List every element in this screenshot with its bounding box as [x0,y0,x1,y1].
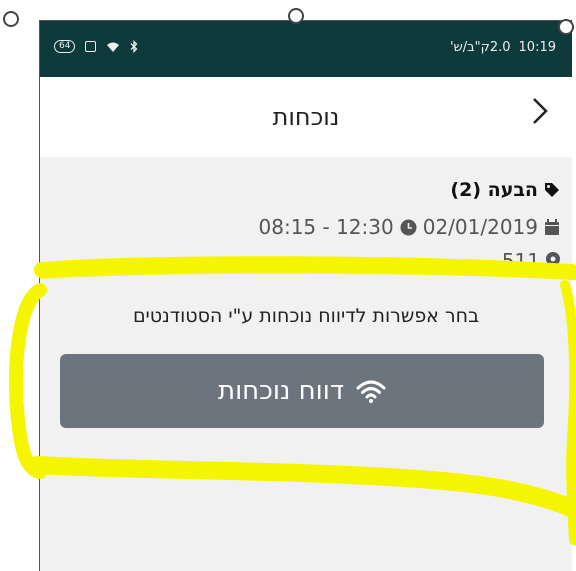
wifi-icon [356,380,386,403]
clock-icon [400,219,417,235]
attendance-prompt: בחר אפשרות לדיווח נוכחות ע"י הסטודנטים [132,305,480,327]
bluetooth-icon [130,40,138,53]
resize-handle-top-left[interactable] [3,11,19,27]
status-speed: 2.0ק"ב/ש' [449,40,511,55]
app-header: נוכחות [40,77,572,157]
resize-handle-top-center[interactable] [288,8,304,24]
lesson-room-row: 511 [502,249,560,273]
report-button-label: דווח נוכחות [218,376,345,406]
report-attendance-button[interactable]: דווח נוכחות [60,354,544,428]
status-info: 10:19 2.0ק"ב/ש' [450,40,556,55]
lesson-time: 12:30 - 08:15 [258,215,394,239]
resize-handle-top-right[interactable] [558,19,574,35]
map-marker-icon [546,252,560,270]
lesson-content: הבעה (2) 02/01/2019 12:30 - 08:15 511 בח… [40,157,572,571]
page-title: נוכחות [272,103,340,131]
status-time: 10:19 [518,40,556,55]
tag-icon [545,183,559,197]
lesson-room: 511 [501,249,540,273]
notification-icon [85,41,97,52]
wifi-icon [107,42,120,52]
status-bar: 64 10:19 2.0ק"ב/ש' [40,21,572,77]
lesson-date-row: 02/01/2019 12:30 - 08:15 [259,215,561,239]
battery-icon: 64 [54,40,76,53]
phone-screen: 64 10:19 2.0ק"ב/ש' נוכחות הבעה (2) 02/01… [40,21,572,571]
calendar-icon [545,218,559,235]
lesson-date: 02/01/2019 [422,215,538,239]
lesson-name: הבעה (2) [450,179,538,201]
lesson-name-row: הבעה (2) [450,179,560,201]
status-icons: 64 [54,40,138,53]
